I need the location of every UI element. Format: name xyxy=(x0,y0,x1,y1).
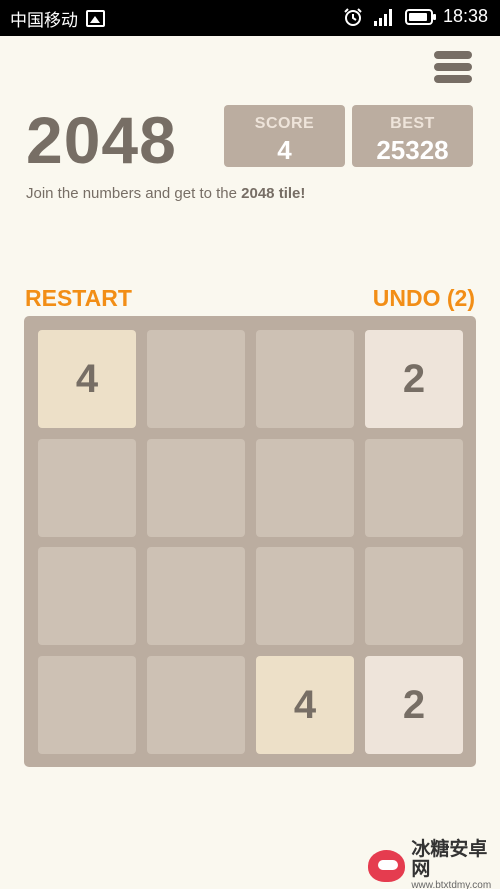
restart-button[interactable]: RESTART xyxy=(25,285,132,312)
empty-cell xyxy=(38,438,136,537)
watermark-url: www.btxtdmy.com xyxy=(411,880,492,889)
watermark-logo-icon xyxy=(368,849,406,882)
empty-cell xyxy=(256,330,354,428)
empty-cell xyxy=(147,330,245,428)
tile-2: 2 xyxy=(365,330,463,428)
empty-cell xyxy=(147,547,245,646)
score-value: 4 xyxy=(277,135,292,165)
empty-cell xyxy=(365,438,463,537)
watermark: 冰糖安卓网 www.btxtdmy.com xyxy=(368,840,500,889)
best-value: 25328 xyxy=(376,135,449,165)
menu-icon[interactable] xyxy=(434,51,474,83)
empty-cell xyxy=(256,438,354,537)
alarm-icon xyxy=(344,7,362,26)
empty-cell xyxy=(256,547,354,646)
clock-time: 18:38 xyxy=(442,6,488,26)
image-notification-icon xyxy=(86,10,105,27)
empty-cell xyxy=(147,656,245,755)
best-score-box: BEST 25328 xyxy=(352,105,473,167)
status-right: 18:38 xyxy=(343,6,488,27)
score-box: SCORE 4 xyxy=(224,105,345,167)
best-label: BEST xyxy=(390,115,435,132)
tile-2: 2 xyxy=(365,656,463,755)
status-bar: 中国移动 18:38 xyxy=(0,0,500,36)
game-board[interactable]: 4242 xyxy=(24,316,476,767)
empty-cell xyxy=(147,438,245,537)
signal-icon xyxy=(373,8,392,26)
watermark-title: 冰糖安卓网 xyxy=(411,839,488,880)
tile-4: 4 xyxy=(38,330,136,428)
score-label: SCORE xyxy=(254,115,315,132)
undo-button[interactable]: UNDO (2) xyxy=(373,285,475,312)
tile-4: 4 xyxy=(256,656,354,755)
empty-cell xyxy=(38,547,136,646)
empty-cell xyxy=(365,547,463,646)
game-title: 2048 xyxy=(26,103,177,177)
empty-cell xyxy=(38,656,136,755)
intro-emphasis: 2048 tile! xyxy=(241,185,306,202)
carrier-label: 中国移动 xyxy=(10,11,78,30)
battery-icon xyxy=(404,8,436,25)
game-intro: Join the numbers and get to the 2048 til… xyxy=(26,185,305,202)
status-left: 中国移动 xyxy=(10,6,105,31)
intro-text: Join the numbers and get to the xyxy=(26,185,242,202)
